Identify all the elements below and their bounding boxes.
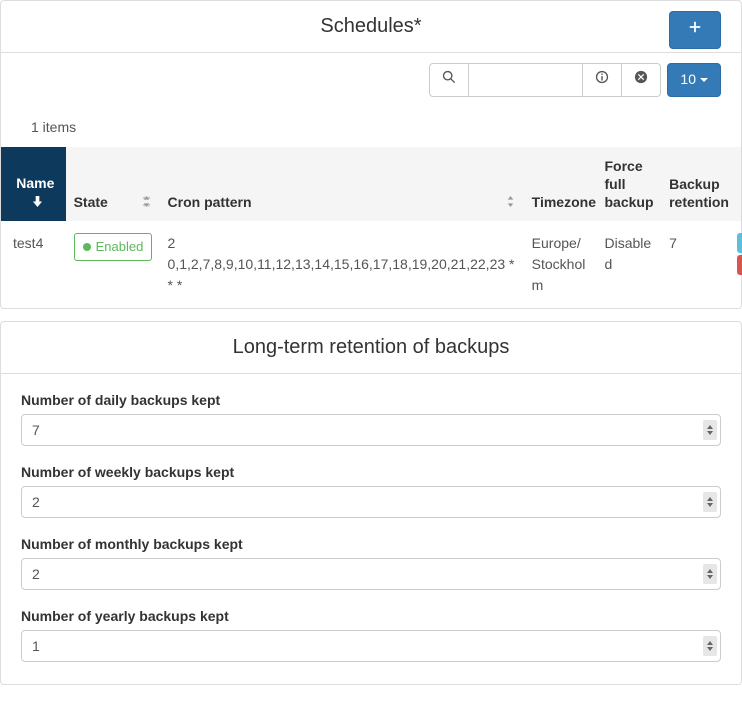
sort-icon — [141, 196, 152, 211]
chevron-down-icon — [707, 431, 713, 435]
page-size-label: 10 — [680, 70, 696, 90]
plus-icon — [688, 20, 702, 40]
daily-label: Number of daily backups kept — [21, 392, 721, 408]
yearly-stepper — [21, 630, 721, 662]
column-cron[interactable]: Cron pattern — [160, 147, 524, 222]
chevron-down-icon — [707, 647, 713, 651]
column-retention-label: Backup retention — [669, 175, 729, 211]
column-force[interactable]: Force full backup — [596, 147, 661, 222]
row-actions — [737, 233, 741, 275]
column-name-label: Name — [16, 174, 54, 192]
state-badge: Enabled — [74, 233, 153, 261]
clear-search-button[interactable] — [621, 63, 661, 97]
chevron-down-icon — [707, 575, 713, 579]
delete-row-button[interactable] — [737, 255, 742, 275]
retention-header: Long-term retention of backups — [1, 322, 741, 374]
weekly-label: Number of weekly backups kept — [21, 464, 721, 480]
monthly-stepper-controls[interactable] — [703, 564, 717, 584]
status-dot-icon — [83, 243, 91, 251]
monthly-input[interactable] — [21, 558, 721, 590]
column-cron-label: Cron pattern — [168, 193, 252, 211]
items-count: 1 items — [1, 107, 741, 147]
info-button[interactable] — [582, 63, 622, 97]
close-circle-icon — [634, 70, 648, 90]
sort-desc-icon — [32, 196, 43, 211]
search-group — [429, 63, 661, 97]
yearly-input[interactable] — [21, 630, 721, 662]
cell-force: Disabled — [596, 221, 661, 308]
schedules-panel: Schedules* — [0, 0, 742, 309]
schedules-title: Schedules* — [320, 15, 421, 38]
cell-name: test4 — [1, 221, 66, 308]
retention-form: Number of daily backups kept Number of w… — [1, 374, 741, 684]
chevron-down-icon — [707, 503, 713, 507]
daily-stepper — [21, 414, 721, 446]
schedules-header: Schedules* — [1, 1, 741, 53]
schedules-table-container: 1 items Name State — [1, 107, 741, 309]
cell-retention: 7 — [661, 221, 729, 308]
add-schedule-button[interactable] — [669, 11, 721, 49]
cell-cron: 2 0,1,2,7,8,9,10,11,12,13,14,15,16,17,18… — [160, 221, 524, 308]
weekly-input[interactable] — [21, 486, 721, 518]
column-timezone-label: Timezone — [532, 193, 596, 211]
yearly-stepper-controls[interactable] — [703, 636, 717, 656]
chevron-up-icon — [707, 497, 713, 501]
search-button[interactable] — [429, 63, 469, 97]
chevron-up-icon — [707, 641, 713, 645]
column-timezone[interactable]: Timezone — [524, 147, 597, 222]
chevron-up-icon — [707, 569, 713, 573]
table-header-row: Name State — [1, 147, 741, 222]
cell-timezone: Europe/ Stockholm — [524, 221, 597, 308]
column-retention[interactable]: Backup retention — [661, 147, 729, 222]
monthly-group: Number of monthly backups kept — [21, 536, 721, 590]
daily-stepper-controls[interactable] — [703, 420, 717, 440]
weekly-stepper — [21, 486, 721, 518]
schedules-toolbar: 10 — [1, 53, 741, 107]
daily-input[interactable] — [21, 414, 721, 446]
monthly-stepper — [21, 558, 721, 590]
state-badge-label: Enabled — [96, 237, 144, 257]
weekly-group: Number of weekly backups kept — [21, 464, 721, 518]
column-state-label: State — [74, 193, 108, 211]
column-force-label: Force full backup — [604, 157, 653, 212]
column-actions — [729, 147, 741, 222]
weekly-stepper-controls[interactable] — [703, 492, 717, 512]
column-name[interactable]: Name — [1, 147, 66, 222]
chevron-up-icon — [707, 425, 713, 429]
column-state[interactable]: State — [66, 147, 160, 222]
cell-state: Enabled — [66, 221, 160, 308]
schedules-table: Name State — [1, 147, 741, 309]
search-input[interactable] — [468, 63, 583, 97]
table-row: test4 Enabled 2 0,1,2,7,8,9,10,11,12,13,… — [1, 221, 741, 308]
yearly-label: Number of yearly backups kept — [21, 608, 721, 624]
search-icon — [442, 70, 456, 90]
cell-actions — [729, 221, 741, 308]
daily-group: Number of daily backups kept — [21, 392, 721, 446]
page-size-button[interactable]: 10 — [667, 63, 721, 97]
retention-panel: Long-term retention of backups Number of… — [0, 321, 742, 685]
sort-icon — [505, 196, 516, 211]
yearly-group: Number of yearly backups kept — [21, 608, 721, 662]
caret-down-icon — [700, 78, 708, 82]
info-icon — [595, 70, 609, 90]
monthly-label: Number of monthly backups kept — [21, 536, 721, 552]
edit-row-button[interactable] — [737, 233, 742, 253]
retention-title: Long-term retention of backups — [233, 336, 510, 359]
